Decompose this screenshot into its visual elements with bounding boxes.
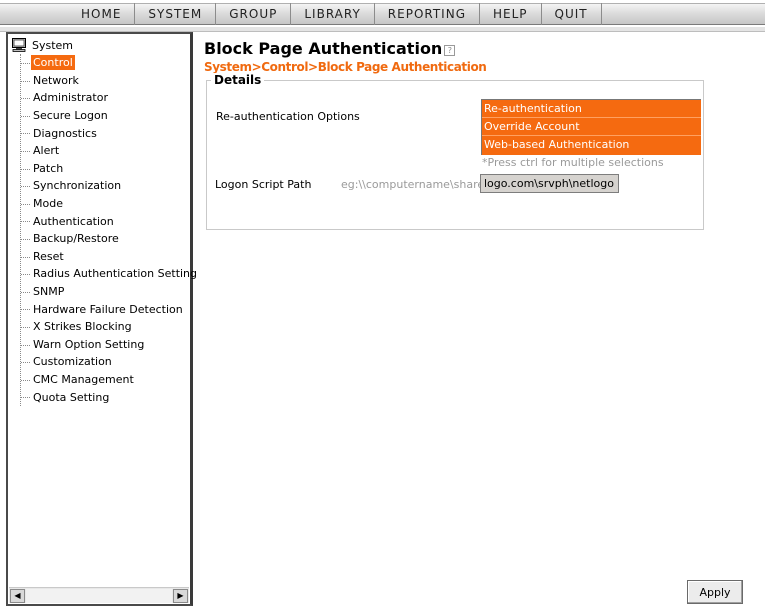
sidebar-item-hardware-failure-detection[interactable]: Hardware Failure Detection bbox=[21, 300, 190, 318]
apply-button[interactable]: Apply bbox=[687, 580, 743, 604]
reauth-option-web-based-authentication[interactable]: Web-based Authentication bbox=[482, 136, 701, 154]
sidebar-item-label: Reset bbox=[33, 249, 64, 263]
sidebar-item-label: Diagnostics bbox=[33, 126, 97, 140]
nav-item-library[interactable]: LIBRARY bbox=[290, 3, 373, 25]
sidebar-item-quota-setting[interactable]: Quota Setting bbox=[21, 388, 190, 406]
sidebar-item-label: Authentication bbox=[33, 214, 114, 228]
scroll-right-arrow-icon[interactable]: ▶ bbox=[173, 589, 188, 603]
reauth-option-override-account[interactable]: Override Account bbox=[482, 118, 701, 136]
sidebar-item-patch[interactable]: Patch bbox=[21, 160, 190, 178]
sidebar-item-label: SNMP bbox=[33, 285, 65, 299]
sidebar-item-reset[interactable]: Reset bbox=[21, 248, 190, 266]
details-legend: Details bbox=[211, 73, 265, 87]
sidebar-item-label: Customization bbox=[33, 355, 112, 369]
sidebar-item-synchronization[interactable]: Synchronization bbox=[21, 177, 190, 195]
sidebar-item-radius-authentication-setting[interactable]: Radius Authentication Setting bbox=[21, 265, 197, 283]
reauth-options-listbox[interactable]: Re-authentication Override Account Web-b… bbox=[481, 99, 701, 155]
sidebar-item-diagnostics[interactable]: Diagnostics bbox=[21, 124, 190, 142]
sidebar-item-administrator[interactable]: Administrator bbox=[21, 89, 190, 107]
sidebar-item-label: Warn Option Setting bbox=[33, 337, 145, 351]
sidebar-item-label: Mode bbox=[33, 197, 63, 211]
nav-item-quit[interactable]: QUIT bbox=[540, 3, 602, 25]
sidebar-horizontal-scrollbar[interactable]: ◀ ▶ bbox=[9, 587, 189, 603]
sidebar-item-cmc-management[interactable]: CMC Management bbox=[21, 371, 190, 389]
sidebar-item-label: Administrator bbox=[33, 91, 108, 105]
nav-item-group[interactable]: GROUP bbox=[215, 3, 290, 25]
sidebar-item-label: Network bbox=[33, 73, 79, 87]
nav-item-help[interactable]: HELP bbox=[479, 3, 541, 25]
nav-item-reporting[interactable]: REPORTING bbox=[373, 3, 479, 25]
sidebar-item-label: Synchronization bbox=[33, 179, 122, 193]
breadcrumb: System>Control>Block Page Authentication bbox=[204, 60, 487, 74]
sidebar-item-control[interactable]: Control bbox=[21, 54, 190, 72]
reauth-options-label: Re-authentication Options bbox=[216, 110, 360, 123]
logon-script-path-input[interactable] bbox=[480, 174, 619, 193]
sidebar-item-network[interactable]: Network bbox=[21, 72, 190, 90]
logon-script-path-label: Logon Script Path bbox=[215, 178, 312, 191]
tree-items: Control Network Administrator Secure Log… bbox=[20, 54, 197, 406]
help-icon[interactable]: ? bbox=[444, 44, 456, 56]
sidebar-item-label: CMC Management bbox=[33, 372, 134, 386]
sidebar-item-backup-restore[interactable]: Backup/Restore bbox=[21, 230, 190, 248]
multiple-selection-hint: *Press ctrl for multiple selections bbox=[482, 156, 664, 169]
details-fieldset: Details Re-authentication Options Re-aut… bbox=[206, 73, 704, 230]
sidebar-item-label: Radius Authentication Setting bbox=[33, 267, 198, 281]
nav-item-system[interactable]: SYSTEM bbox=[134, 3, 215, 25]
nav-menu: HOME SYSTEM GROUP LIBRARY REPORTING HELP… bbox=[68, 3, 602, 25]
sidebar-item-label: Quota Setting bbox=[33, 390, 110, 404]
sidebar: System Control Network Administrator Sec… bbox=[6, 32, 197, 606]
main-content: Block Page Authentication ? System>Contr… bbox=[196, 32, 765, 610]
sidebar-item-label: Hardware Failure Detection bbox=[33, 302, 183, 316]
sidebar-tree: System Control Network Administrator Sec… bbox=[8, 36, 197, 406]
sidebar-item-label: Control bbox=[31, 55, 75, 71]
sidebar-item-authentication[interactable]: Authentication bbox=[21, 212, 190, 230]
nav-item-home[interactable]: HOME bbox=[68, 3, 134, 25]
sidebar-item-warn-option-setting[interactable]: Warn Option Setting bbox=[21, 336, 190, 354]
computer-icon bbox=[12, 38, 26, 52]
page-title: Block Page Authentication bbox=[204, 39, 443, 58]
page-title-row: Block Page Authentication ? bbox=[204, 39, 456, 58]
sidebar-item-mode[interactable]: Mode bbox=[21, 195, 190, 213]
scrollbar-thumb[interactable] bbox=[26, 589, 172, 603]
scroll-left-arrow-icon[interactable]: ◀ bbox=[10, 589, 25, 603]
sidebar-item-x-strikes-blocking[interactable]: X Strikes Blocking bbox=[21, 318, 190, 336]
sidebar-item-secure-logon[interactable]: Secure Logon bbox=[21, 107, 190, 125]
tree-root-system[interactable]: System bbox=[8, 36, 190, 54]
sidebar-item-alert[interactable]: Alert bbox=[21, 142, 190, 160]
sidebar-item-label: Backup/Restore bbox=[33, 232, 119, 246]
sidebar-item-label: Secure Logon bbox=[33, 109, 108, 123]
tree-root-label: System bbox=[32, 38, 74, 52]
sidebar-item-snmp[interactable]: SNMP bbox=[21, 283, 190, 301]
sidebar-item-label: X Strikes Blocking bbox=[33, 320, 132, 334]
top-navigation: HOME SYSTEM GROUP LIBRARY REPORTING HELP… bbox=[0, 0, 765, 32]
reauth-option-reauthentication[interactable]: Re-authentication bbox=[482, 100, 701, 118]
sidebar-item-customization[interactable]: Customization bbox=[21, 353, 190, 371]
sidebar-item-label: Patch bbox=[33, 161, 64, 175]
sidebar-item-label: Alert bbox=[33, 144, 60, 158]
